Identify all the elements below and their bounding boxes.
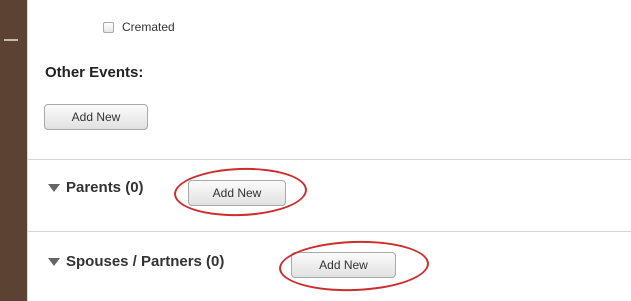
sidebar-tab-marker <box>4 39 18 41</box>
cremated-checkbox[interactable] <box>103 21 114 33</box>
parents-add-new-button[interactable]: Add New <box>188 180 286 206</box>
other-events-title: Other Events: <box>45 64 144 81</box>
parents-section-header[interactable]: Parents (0) <box>48 179 144 196</box>
cremated-option[interactable]: Cremated <box>103 20 175 34</box>
other-events-add-new-button[interactable]: Add New <box>44 104 148 130</box>
spouses-title: Spouses / Partners (0) <box>66 253 225 270</box>
sidebar-edge <box>0 0 27 301</box>
parents-title: Parents (0) <box>66 179 144 196</box>
content-border <box>27 0 28 301</box>
spouses-add-new-button[interactable]: Add New <box>291 252 396 278</box>
section-divider <box>28 231 631 232</box>
spouses-section-header[interactable]: Spouses / Partners (0) <box>48 253 224 270</box>
cremated-label: Cremated <box>122 20 175 34</box>
section-divider <box>28 159 631 160</box>
expand-triangle-icon[interactable] <box>48 258 60 266</box>
expand-triangle-icon[interactable] <box>48 184 60 192</box>
